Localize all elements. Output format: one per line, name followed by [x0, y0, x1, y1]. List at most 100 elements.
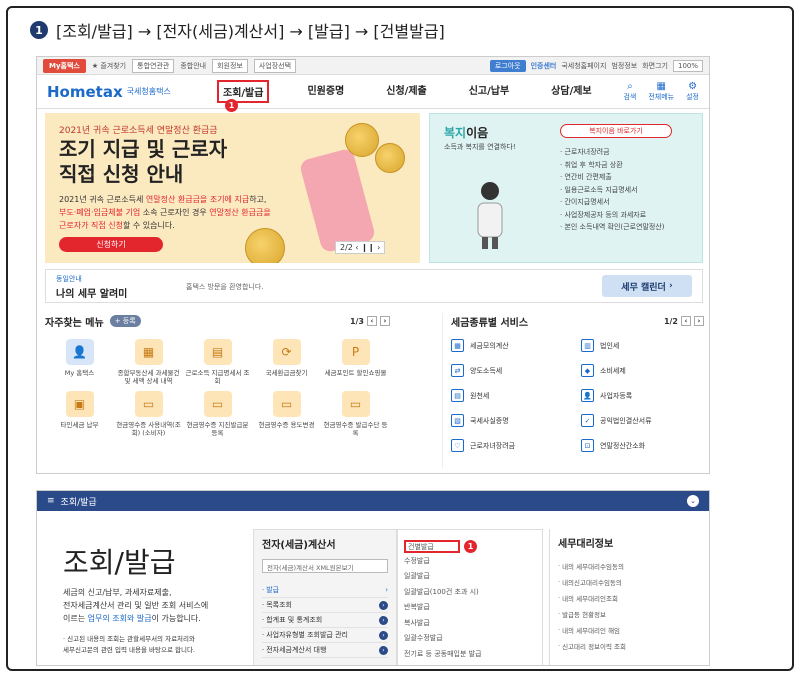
legal-info-link[interactable]: 범정정보 [611, 61, 637, 71]
favorite-item[interactable]: ⟳ 국세환급금찾기 [252, 339, 321, 385]
main-banner[interactable]: 2021년 귀속 근로소득세 연말정산 환급금 조기 지급 및 근로자 직접 신… [45, 113, 420, 263]
favorite-item[interactable]: ▭ 현금영수증 발급수단 등록 [321, 391, 390, 437]
all-menu-icon[interactable]: ▦ 전체메뉴 [648, 81, 674, 102]
e-invoice-menu: 발급 › 목록조회 › 합계표 및 통계조회 › 사업자유형별 조회발급 관리 › 전자… [262, 583, 388, 658]
business-select-button[interactable]: 사업장선택 [253, 58, 297, 73]
heart-icon: ♡ [451, 439, 464, 452]
menu-item-label: 목록조회 [266, 601, 292, 609]
favorite-item[interactable]: ▭ 현금영수증 용도변경 [252, 391, 321, 437]
favorite-item[interactable]: ▭ 현금영수증 사용내역(조회) (소비자) [114, 391, 183, 437]
apply-button[interactable]: 신청하기 [59, 237, 163, 252]
tax-agent-item[interactable]: 내의 세무대리인조회 [558, 590, 691, 606]
chevron-down-icon[interactable]: ⌄ [687, 495, 699, 507]
welfare-link-button[interactable]: 복지이음 바로가기 [560, 124, 672, 138]
submenu-item[interactable]: 수정발급 [404, 553, 536, 569]
transfer-icon: ⇄ [451, 364, 464, 377]
nav-report-payment[interactable]: 신고/납부 [465, 80, 513, 103]
tax-calendar-button[interactable]: 세무 캘린더 › [602, 275, 692, 297]
hometax-logo[interactable]: Hometax 국세청홈택스 [47, 83, 197, 101]
step-path: [조회/발급] → [전자(세금)계산서] → [발급] → [건별발급] [56, 22, 445, 41]
favorites-link[interactable]: ★ 즐겨찾기 [92, 61, 126, 71]
menu-note-line: · 신고된 내용의 조회는 관할세무서의 자료처리와 [63, 635, 195, 643]
cert-center-link[interactable]: 인증센터 [531, 61, 557, 71]
chevron-right-icon: › [379, 600, 388, 610]
prev-icon[interactable]: ‹ [681, 316, 691, 326]
favorites-panel: 자주찾는 메뉴 + 등록 1/3 ‹ › 👤 My 홈택스 ▦ 종합부동산세 과세물건 및… [45, 313, 390, 468]
nav-civil-certificate[interactable]: 민원증명 [303, 80, 348, 103]
tax-agent-item[interactable]: 발급등 현황정보 [558, 606, 691, 622]
banner-pager[interactable]: 2/2 ‹ ❙❙ › [335, 241, 386, 254]
general-info-link[interactable]: 종합안내 [180, 61, 206, 71]
submenu-item[interactable]: 일괄수정발급 [404, 631, 536, 647]
service-item[interactable]: ▧ 국세사실증명 [451, 414, 581, 427]
xml-view-button[interactable]: 전자(세금)계산서 XML원본보기 [262, 559, 388, 573]
favorite-item[interactable]: P 세금포인트 할인쇼핑몰 [321, 339, 390, 385]
service-item[interactable]: ▤ 원천세 [451, 389, 581, 402]
next-icon[interactable]: › [380, 316, 390, 326]
welfare-item[interactable]: 일용근로소득 지급명세서 [560, 184, 665, 197]
service-item[interactable]: ◆ 소비세제 [581, 364, 701, 377]
menu-item-list[interactable]: 목록조회 › [262, 598, 388, 613]
welfare-item[interactable]: 간이지급명세서 [560, 196, 665, 209]
welfare-item[interactable]: 근로자녀장려금 [560, 146, 665, 159]
menu-icon[interactable]: ≡ [47, 496, 55, 506]
search-icon[interactable]: ⌕ 검색 [623, 81, 636, 102]
favorite-item[interactable]: 👤 My 홈택스 [45, 339, 114, 385]
settings-icon[interactable]: ⚙ 설정 [686, 81, 699, 102]
next-icon[interactable]: › [694, 316, 704, 326]
service-item[interactable]: ▦ 세금모의계산 [451, 339, 581, 352]
zoom-level[interactable]: 100% [672, 59, 703, 72]
menu-item-agency[interactable]: 전자세금계산서 대행 › [262, 643, 388, 658]
service-item[interactable]: ⊡ 연말정산간소화 [581, 439, 701, 452]
prev-icon[interactable]: ‹ [367, 316, 377, 326]
tax-agent-item[interactable]: 신고대리 정보이력 조회 [558, 638, 691, 654]
service-item[interactable]: ▥ 법인세 [581, 339, 701, 352]
menu-note: · 신고된 내용의 조회는 관할세무서의 자료처리와 세무신고문의 관련 입력 … [63, 634, 253, 656]
welfare-item[interactable]: 연간비 간편제출 [560, 171, 665, 184]
service-item[interactable]: 👤 사업자등록 [581, 389, 701, 402]
welfare-item[interactable]: 본인 소득내역 확인(근로연말정산) [560, 221, 664, 234]
banner-title: 조기 지급 및 근로자 직접 신청 안내 [59, 137, 299, 187]
nav-consult-report[interactable]: 상담/제보 [547, 80, 595, 103]
tax-agent-item[interactable]: 내의 세무대리인 해임 [558, 622, 691, 638]
welfare-item[interactable]: 취업 후 학자금 상환 [560, 159, 665, 172]
services-title: 세금종류별 서비스 [451, 317, 529, 329]
submenu-item[interactable]: 전기료 등 공동매입분 발급 [404, 646, 536, 662]
favorites-register-button[interactable]: + 등록 [109, 315, 141, 327]
welfare-banner[interactable]: 복지이음 소득과 복지를 연결하다! 복지이음 바로가기 근로자녀장려금 취업 … [429, 113, 703, 263]
logout-button[interactable]: 로그아웃 [489, 59, 526, 72]
submenu-item[interactable]: 일괄발급 [404, 569, 536, 585]
favorites-title: 자주찾는 메뉴 [45, 317, 104, 329]
submenu-item[interactable]: 일괄발급(100건 초과 시) [404, 584, 536, 600]
nav-inquiry-issue[interactable]: 조회/발급 [217, 80, 270, 103]
nav-application-submit[interactable]: 신청/제출 [382, 80, 430, 103]
menu-item-business-type[interactable]: 사업자유형별 조회발급 관리 › [262, 628, 388, 643]
favorite-item[interactable]: ▣ 타인세금 납부 [45, 391, 114, 437]
favorite-item[interactable]: ▭ 현금영수증 지진발급분 등록 [183, 391, 252, 437]
favorite-label: 국세환급금찾기 [265, 369, 308, 377]
nts-homepage-link[interactable]: 국세청홈페이지 [561, 61, 606, 71]
service-item[interactable]: ✓ 공익법인결산서류 [581, 414, 701, 427]
desc-highlight: 근로자가 직접 신청 [59, 221, 123, 230]
integrated-link[interactable]: 통합연관관 [132, 58, 175, 73]
tax-agent-item[interactable]: 내의 세무대리수임동의 [558, 558, 691, 574]
submenu-item[interactable]: 복사발급 [404, 615, 536, 631]
menu-desc-line: 전자세금계산서 관리 및 일반 조회 서비스에 [63, 601, 209, 610]
inquiry-menu-screenshot: ≡ 조회/발급 ⌄ 조회/발급 세금의 신고/납부, 과세자료제출, 전자세금계… [36, 490, 710, 666]
menu-item-stats[interactable]: 합계표 및 통계조회 › [262, 613, 388, 628]
submenu-item[interactable]: 반복발급 [404, 600, 536, 616]
service-item[interactable]: ♡ 근로자녀장려금 [451, 439, 581, 452]
tax-agent-item[interactable]: 내의신고대리수임동의 [558, 574, 691, 590]
menu-bar-title: 조회/발급 [60, 497, 97, 508]
my-hometax-tab[interactable]: My홈택스 [43, 58, 86, 73]
e-invoice-title: 전자(세금)계산서 [262, 540, 336, 551]
submenu-single-issue[interactable]: 건별발급 [404, 540, 460, 553]
phone-illustration [298, 147, 377, 254]
service-item[interactable]: ⇄ 양도소득세 [451, 364, 581, 377]
favorite-item[interactable]: ▦ 종합부동산세 과세물건 및 세액 상세 내역 [114, 339, 183, 385]
member-info-button[interactable]: 회원정보 [212, 58, 248, 73]
favorite-item[interactable]: ▤ 근로소득 지급명세서 조회 [183, 339, 252, 385]
welfare-item[interactable]: 사업장제공자 등의 과세자료 [560, 209, 665, 222]
menu-item-issue[interactable]: 발급 › [262, 583, 388, 598]
service-label: 소비세제 [600, 366, 626, 375]
